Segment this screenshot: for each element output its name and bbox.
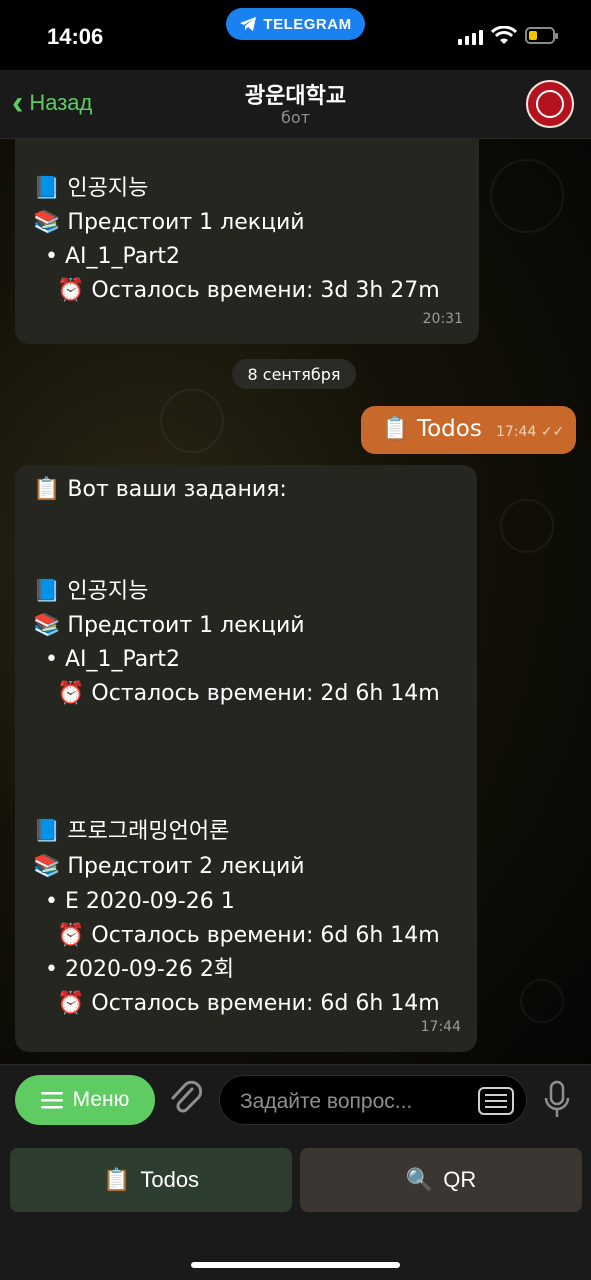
hamburger-icon bbox=[40, 1092, 63, 1109]
message-line: 📘 프로그래밍언어론 bbox=[33, 815, 229, 849]
line-text: Todos bbox=[416, 416, 482, 442]
date-separator: 8 сентября bbox=[232, 359, 356, 389]
message-line: 📚 Предстоит 1 лекций bbox=[33, 609, 305, 643]
books-icon: 📚 bbox=[33, 854, 61, 879]
clock: 14:06 bbox=[47, 24, 104, 49]
alarm-clock-icon: ⏰ bbox=[57, 278, 85, 303]
keyboard-button-label: QR bbox=[443, 1167, 477, 1192]
microphone-icon[interactable] bbox=[543, 1080, 571, 1120]
cellular-signal-icon bbox=[458, 30, 483, 45]
book-icon: 📘 bbox=[33, 579, 61, 604]
outgoing-message[interactable]: 📋 Todos 17:44 ✓✓ bbox=[361, 406, 576, 454]
chat-header: ‹ Назад 광운대학교 бот bbox=[0, 70, 591, 139]
bullet-icon: • bbox=[45, 957, 58, 982]
message-line: ⏰ Осталось времени: 6d 6h 14m bbox=[57, 919, 440, 953]
line-text: 인공지능 bbox=[67, 176, 149, 201]
message-time: 20:31 bbox=[422, 311, 463, 327]
bullet-icon: • bbox=[45, 244, 58, 269]
composer: Меню bbox=[0, 1064, 591, 1133]
incoming-message[interactable]: 📘 인공지능 📚 Предстоит 1 лекций • AI_1_Part2… bbox=[15, 139, 479, 344]
message-time: 17:44 bbox=[496, 424, 537, 440]
message-line: ⏰ Осталось времени: 2d 6h 14m bbox=[57, 677, 440, 711]
message-line: • 2020-09-26 2회 bbox=[45, 953, 234, 987]
line-text: Предстоит 1 лекций bbox=[67, 210, 305, 235]
message-time: 17:44 bbox=[420, 1019, 461, 1035]
magnifier-icon: 🔍 bbox=[405, 1167, 434, 1192]
bot-keyboard: 📋 Todos 🔍 QR bbox=[0, 1133, 591, 1280]
background-doodle bbox=[500, 499, 554, 553]
background-doodle bbox=[520, 979, 564, 1023]
telegram-return-pill[interactable]: TELEGRAM bbox=[226, 8, 365, 40]
message-line: 📚 Предстоит 2 лекций bbox=[33, 850, 305, 884]
read-checkmarks-icon: ✓✓ bbox=[540, 424, 565, 440]
line-text: Вот ваши задания: bbox=[67, 477, 287, 502]
message-line: ⏰ Осталось времени: 3d 3h 27m bbox=[57, 274, 440, 308]
line-text: 인공지능 bbox=[67, 579, 149, 604]
line-text: 프로그래밍언어론 bbox=[67, 819, 230, 844]
books-icon: 📚 bbox=[33, 210, 61, 235]
clipboard-icon: 📋 bbox=[102, 1167, 131, 1192]
line-text: AI_1_Part2 bbox=[64, 647, 180, 672]
clipboard-icon: 📋 bbox=[381, 416, 410, 442]
wifi-icon bbox=[491, 26, 517, 44]
chat-subtitle: бот bbox=[281, 108, 310, 127]
telegram-plane-icon bbox=[240, 17, 257, 31]
keyboard-button-todos[interactable]: 📋 Todos bbox=[10, 1148, 292, 1212]
line-text: Осталось времени: 6d 6h 14m bbox=[91, 991, 440, 1016]
message-input[interactable] bbox=[238, 1086, 472, 1118]
paperclip-icon[interactable] bbox=[168, 1079, 202, 1117]
bullet-icon: • bbox=[45, 889, 58, 914]
keyboard-toggle-icon[interactable] bbox=[478, 1087, 514, 1115]
message-line: 📘 인공지능 bbox=[33, 172, 148, 206]
background-doodle bbox=[160, 389, 224, 453]
clipboard-icon: 📋 bbox=[33, 477, 61, 502]
message-line: 📘 인공지능 bbox=[33, 575, 148, 609]
keyboard-button-qr[interactable]: 🔍 QR bbox=[300, 1148, 582, 1212]
books-icon: 📚 bbox=[33, 613, 61, 638]
line-text: E 2020-09-26 1 bbox=[64, 889, 235, 914]
line-text: Предстоит 2 лекций bbox=[67, 854, 305, 879]
line-text: Осталось времени: 6d 6h 14m bbox=[91, 923, 440, 948]
keyboard-button-label: Todos bbox=[140, 1167, 200, 1192]
menu-button[interactable]: Меню bbox=[15, 1075, 155, 1125]
line-text: 2020-09-26 2회 bbox=[64, 957, 235, 982]
line-text: AI_1_Part2 bbox=[64, 244, 180, 269]
bullet-icon: • bbox=[45, 647, 58, 672]
line-text: Осталось времени: 3d 3h 27m bbox=[91, 278, 440, 303]
message-input-field[interactable] bbox=[219, 1075, 527, 1125]
home-indicator[interactable] bbox=[191, 1262, 400, 1268]
message-line: • AI_1_Part2 bbox=[45, 240, 180, 274]
alarm-clock-icon: ⏰ bbox=[57, 991, 85, 1016]
chat-title[interactable]: 광운대학교 bbox=[0, 78, 591, 110]
book-icon: 📘 bbox=[33, 819, 61, 844]
menu-label: Меню bbox=[72, 1088, 130, 1111]
background-doodle bbox=[490, 159, 564, 233]
message-line: • E 2020-09-26 1 bbox=[45, 885, 235, 919]
message-line: 📋 Вот ваши задания: bbox=[33, 473, 287, 507]
incoming-message[interactable]: 📋 Вот ваши задания: 📘 인공지능 📚 Предстоит 1… bbox=[15, 465, 477, 1052]
status-bar: 14:06 TELEGRAM bbox=[0, 0, 591, 70]
alarm-clock-icon: ⏰ bbox=[57, 923, 85, 948]
line-text: Осталось времени: 2d 6h 14m bbox=[91, 681, 440, 706]
battery-icon bbox=[525, 27, 558, 44]
message-line: 📚 Предстоит 1 лекций bbox=[33, 206, 305, 240]
message-meta: 17:44 ✓✓ bbox=[496, 424, 564, 440]
message-line: 📋 Todos bbox=[381, 412, 482, 446]
book-icon: 📘 bbox=[33, 176, 61, 201]
message-line: ⏰ Осталось времени: 6d 6h 14m bbox=[57, 987, 440, 1021]
message-line: • AI_1_Part2 bbox=[45, 643, 180, 677]
telegram-pill-label: TELEGRAM bbox=[263, 15, 352, 33]
message-list[interactable]: 📘 인공지능 📚 Предстоит 1 лекций • AI_1_Part2… bbox=[0, 139, 591, 1064]
bot-avatar[interactable] bbox=[526, 80, 574, 128]
line-text: Предстоит 1 лекций bbox=[67, 613, 305, 638]
alarm-clock-icon: ⏰ bbox=[57, 681, 85, 706]
